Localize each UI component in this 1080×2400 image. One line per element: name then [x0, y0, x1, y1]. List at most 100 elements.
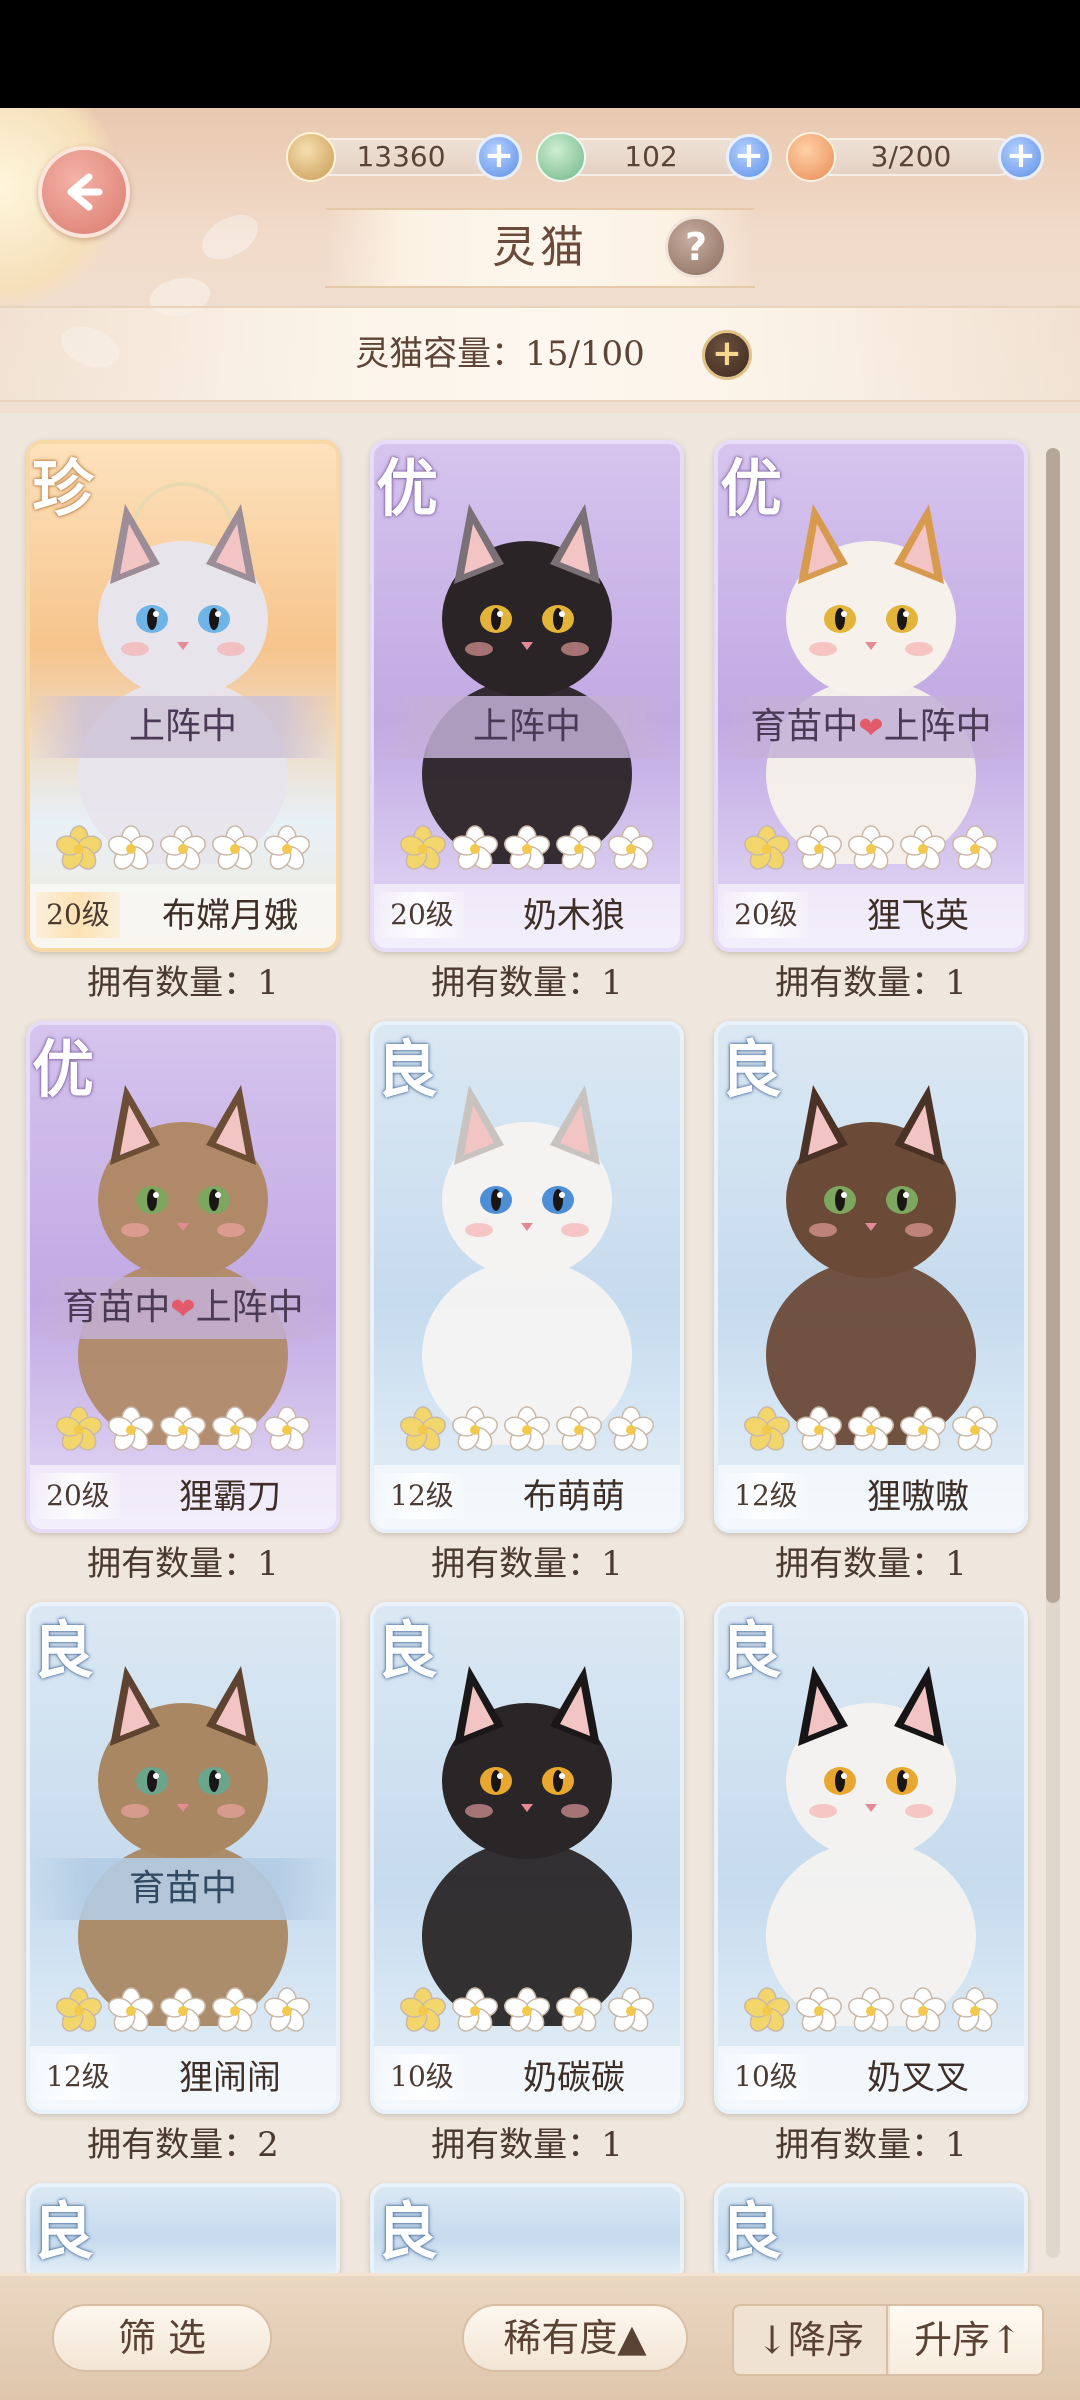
owned-count: 拥有数量：1	[87, 963, 279, 1003]
level-badge: 20级	[36, 892, 120, 938]
star-icon	[400, 1987, 446, 2032]
star-icon	[400, 1406, 446, 1451]
add-paw-coin-button[interactable]: +	[476, 134, 522, 180]
cat-card[interactable]: 优育苗中❤上阵中 20级 狸霸刀	[26, 1021, 340, 1533]
star-icon	[504, 1406, 550, 1451]
rarity-badge: 优	[32, 1033, 95, 1106]
rarity-badge: 良	[720, 1033, 783, 1106]
add-fish-treat-button[interactable]: +	[726, 134, 772, 180]
resource-fish-treat: 102 +	[536, 130, 776, 182]
star-icon	[900, 1406, 946, 1451]
expand-capacity-button[interactable]: +	[702, 330, 752, 380]
filter-button[interactable]: 筛 选	[52, 2304, 272, 2372]
cat-card[interactable]: 良	[370, 2183, 684, 2283]
heart-icon: ❤	[858, 711, 884, 746]
level-row: 12级 狸闹闹	[30, 2046, 336, 2110]
star-icon	[608, 1406, 654, 1451]
cat-card[interactable]: 良 12级 狸嗷嗷	[714, 1021, 1028, 1533]
cat-card[interactable]: 良	[714, 2183, 1028, 2283]
level-badge: 10级	[380, 2054, 464, 2100]
star-rating	[54, 824, 312, 874]
ascending-button[interactable]: 升序↑	[890, 2306, 1042, 2374]
rarity-sort-button[interactable]: 稀有度▲	[462, 2304, 688, 2372]
star-icon	[744, 1406, 790, 1451]
status-label: 育苗中❤上阵中	[718, 696, 1024, 758]
star-icon	[952, 825, 998, 870]
resource-paw-coin: 13360 +	[286, 130, 526, 182]
level-badge: 12级	[36, 2054, 120, 2100]
cat-card[interactable]: 良	[26, 2183, 340, 2283]
star-icon	[796, 825, 842, 870]
level-row: 10级 奶碳碳	[374, 2046, 680, 2110]
rarity-badge: 优	[720, 452, 783, 525]
owned-count: 拥有数量：1	[775, 963, 967, 1003]
level-row: 20级 奶木狼	[374, 884, 680, 948]
star-icon	[212, 1987, 258, 2032]
level-badge: 12级	[724, 1473, 808, 1519]
level-row: 10级 奶叉叉	[718, 2046, 1024, 2110]
back-button[interactable]	[38, 146, 130, 238]
level-row: 20级 布嫦月娥	[30, 884, 336, 948]
star-icon	[556, 1406, 602, 1451]
cat-card[interactable]: 优育苗中❤上阵中 20级 狸飞英	[714, 440, 1028, 952]
bottom-bar: 筛 选 稀有度▲ ↓降序 升序↑	[0, 2273, 1080, 2400]
capacity-text: 灵猫容量：15/100	[355, 334, 645, 374]
star-rating	[54, 1405, 312, 1455]
star-icon	[796, 1987, 842, 2032]
heart-icon: ❤	[170, 1292, 196, 1327]
status-bar	[0, 0, 1080, 108]
cat-name: 狸飞英	[867, 896, 969, 936]
scrollbar[interactable]	[1046, 448, 1060, 2258]
star-icon	[796, 1406, 842, 1451]
star-icon	[108, 1406, 154, 1451]
cat-name: 奶碳碳	[523, 2058, 625, 2098]
cat-name: 奶叉叉	[867, 2058, 969, 2098]
star-icon	[108, 825, 154, 870]
star-icon	[452, 1987, 498, 2032]
owned-count: 拥有数量：1	[775, 2125, 967, 2165]
resource-cat-food: 3/200 +	[786, 130, 1046, 182]
rarity-badge: 良	[32, 2195, 95, 2268]
star-icon	[952, 1406, 998, 1451]
cat-name: 狸闹闹	[179, 2058, 281, 2098]
cat-card[interactable]: 良 10级 奶碳碳	[370, 1602, 684, 2114]
scrollbar-thumb[interactable]	[1046, 448, 1060, 1603]
star-icon	[848, 1406, 894, 1451]
star-icon	[56, 1406, 102, 1451]
rarity-badge: 良	[376, 1033, 439, 1106]
cat-name: 布嫦月娥	[162, 896, 298, 936]
star-icon	[952, 1987, 998, 2032]
status-label: 育苗中❤上阵中	[30, 1277, 336, 1339]
star-icon	[264, 1406, 310, 1451]
star-icon	[264, 825, 310, 870]
status-nursing: 育苗中	[750, 706, 859, 747]
star-icon	[108, 1987, 154, 2032]
descending-button[interactable]: ↓降序	[734, 2306, 888, 2374]
cat-card[interactable]: 良 12级 布萌萌	[370, 1021, 684, 1533]
star-icon	[160, 1987, 206, 2032]
star-icon	[264, 1987, 310, 2032]
status-label: 上阵中	[374, 696, 680, 758]
owned-count: 拥有数量：1	[431, 2125, 623, 2165]
star-rating	[742, 1405, 1000, 1455]
cat-card[interactable]: 珍上阵中 20级 布嫦月娥	[26, 440, 340, 952]
level-row: 12级 布萌萌	[374, 1465, 680, 1529]
star-icon	[848, 1987, 894, 2032]
help-button[interactable]: ?	[665, 216, 727, 278]
star-icon	[608, 1987, 654, 2032]
star-icon	[848, 825, 894, 870]
cat-name: 布萌萌	[523, 1477, 625, 1517]
status-deployed: 上阵中	[883, 706, 992, 747]
back-arrow-icon	[67, 173, 103, 211]
cat-card[interactable]: 优上阵中 20级 奶木狼	[370, 440, 684, 952]
cat-card[interactable]: 良育苗中 12级 狸闹闹	[26, 1602, 340, 2114]
level-row: 12级 狸嗷嗷	[718, 1465, 1024, 1529]
petal-decoration	[195, 208, 265, 266]
cat-card[interactable]: 良 10级 奶叉叉	[714, 1602, 1028, 2114]
status-nursing: 育苗中	[62, 1287, 171, 1328]
star-icon	[744, 825, 790, 870]
add-cat-food-button[interactable]: +	[998, 134, 1044, 180]
star-icon	[160, 1406, 206, 1451]
level-badge: 20级	[36, 1473, 120, 1519]
star-icon	[400, 825, 446, 870]
